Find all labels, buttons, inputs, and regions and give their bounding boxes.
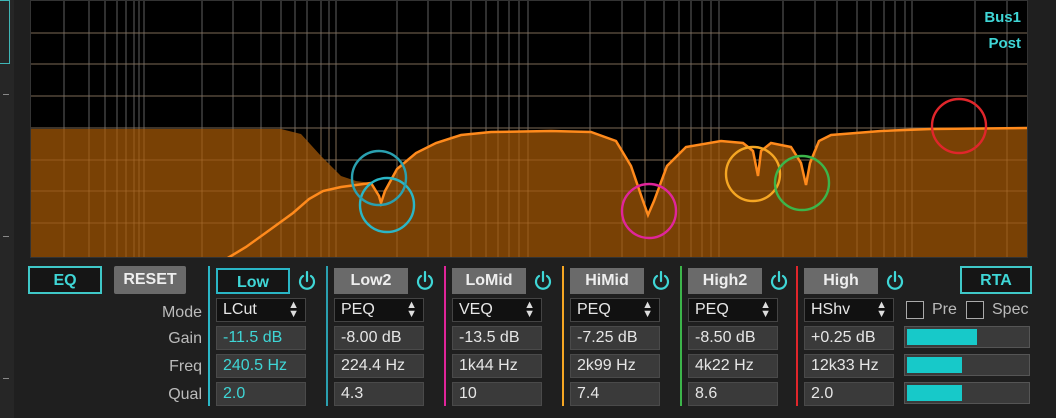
power-icon[interactable]: [650, 270, 672, 292]
mode-value: HShv: [811, 301, 851, 318]
updown-arrows-icon: ▲ ▼: [406, 299, 417, 320]
freq-field[interactable]: 1k44 Hz: [452, 354, 542, 378]
band-name-button[interactable]: LoMid: [452, 268, 526, 294]
mode-select[interactable]: VEQ ▲ ▼: [452, 298, 542, 322]
left-strip: [0, 0, 14, 418]
reset-button[interactable]: RESET: [114, 266, 186, 294]
eq-response-fill: [31, 128, 1027, 257]
band-low2: Low2 PEQ ▲ ▼ -8.00 dB 224.4 Hz 4.3: [326, 266, 438, 406]
band-name-button[interactable]: Low2: [334, 268, 408, 294]
gain-field[interactable]: +0.25 dB: [804, 326, 894, 350]
eq-graph-canvas[interactable]: [31, 1, 1028, 258]
left-strip-selector[interactable]: [0, 0, 10, 64]
freq-field[interactable]: 224.4 Hz: [334, 354, 424, 378]
band-name-button[interactable]: HiMid: [570, 268, 644, 294]
updown-arrows-icon: ▲ ▼: [642, 299, 653, 320]
rta-meter-fill: [907, 329, 977, 345]
mode-value: PEQ: [577, 301, 611, 318]
mode-value: PEQ: [341, 301, 375, 318]
spec-label: Spec: [992, 301, 1029, 318]
mode-select[interactable]: PEQ ▲ ▼: [334, 298, 424, 322]
band-color-bar: [796, 266, 798, 406]
band-high2: High2 PEQ ▲ ▼ -8.50 dB 4k22 Hz 8.6: [680, 266, 792, 406]
bus-tap-point: Post: [988, 35, 1021, 52]
mode-value: PEQ: [695, 301, 729, 318]
left-strip-tick: [3, 94, 9, 95]
power-icon[interactable]: [532, 270, 554, 292]
rta-meter: [904, 326, 1030, 348]
mode-value: VEQ: [459, 301, 493, 318]
band-color-bar: [444, 266, 446, 406]
band-color-bar: [680, 266, 682, 406]
bus-name: Bus1: [984, 9, 1021, 26]
power-icon[interactable]: [414, 270, 436, 292]
left-strip-tick: [3, 236, 9, 237]
gain-field[interactable]: -13.5 dB: [452, 326, 542, 350]
gain-field[interactable]: -7.25 dB: [570, 326, 660, 350]
rta-meter-fill: [907, 385, 962, 401]
qual-field[interactable]: 7.4: [570, 382, 660, 406]
band-high: High HShv ▲ ▼ +0.25 dB 12k33 Hz 2.0: [796, 266, 908, 406]
rta-meter-fill: [907, 357, 962, 373]
mode-select[interactable]: HShv ▲ ▼: [804, 298, 894, 322]
band-lomid: LoMid VEQ ▲ ▼ -13.5 dB 1k44 Hz 10: [444, 266, 556, 406]
rta-button[interactable]: RTA: [960, 266, 1032, 294]
band-name-button[interactable]: High2: [688, 268, 762, 294]
gain-field[interactable]: -11.5 dB: [216, 326, 306, 350]
eq-button[interactable]: EQ: [28, 266, 102, 294]
mode-label: Mode: [161, 304, 202, 321]
band-low: Low LCut ▲ ▼ -11.5 dB 240.5 Hz 2.0: [208, 266, 320, 406]
pre-checkbox[interactable]: [906, 301, 924, 319]
qual-field[interactable]: 8.6: [688, 382, 778, 406]
power-icon[interactable]: [884, 270, 906, 292]
qual-field[interactable]: 2.0: [804, 382, 894, 406]
freq-field[interactable]: 240.5 Hz: [216, 354, 306, 378]
band-name-button[interactable]: High: [804, 268, 878, 294]
mode-value: LCut: [223, 301, 257, 318]
left-strip-tick: [3, 378, 9, 379]
rta-meter: [904, 382, 1030, 404]
mode-select[interactable]: LCut ▲ ▼: [216, 298, 306, 322]
updown-arrows-icon: ▲ ▼: [876, 299, 887, 320]
rta-meter: [904, 354, 1030, 376]
freq-field[interactable]: 2k99 Hz: [570, 354, 660, 378]
updown-arrows-icon: ▲ ▼: [760, 299, 771, 320]
mode-select[interactable]: PEQ ▲ ▼: [688, 298, 778, 322]
qual-label: Qual: [168, 386, 202, 403]
band-color-bar: [326, 266, 328, 406]
gain-field[interactable]: -8.50 dB: [688, 326, 778, 350]
eq-graph[interactable]: Bus1 Post: [30, 0, 1028, 258]
qual-field[interactable]: 10: [452, 382, 542, 406]
gain-field[interactable]: -8.00 dB: [334, 326, 424, 350]
mode-select[interactable]: PEQ ▲ ▼: [570, 298, 660, 322]
band-himid: HiMid PEQ ▲ ▼ -7.25 dB 2k99 Hz 7.4: [562, 266, 674, 406]
qual-field[interactable]: 4.3: [334, 382, 424, 406]
gain-label: Gain: [168, 330, 202, 347]
spec-checkbox[interactable]: [966, 301, 984, 319]
pre-label: Pre: [932, 301, 957, 318]
qual-field[interactable]: 2.0: [216, 382, 306, 406]
power-icon[interactable]: [768, 270, 790, 292]
band-color-bar: [562, 266, 564, 406]
freq-field[interactable]: 4k22 Hz: [688, 354, 778, 378]
row-labels: Mode Gain Freq Qual: [100, 298, 202, 408]
updown-arrows-icon: ▲ ▼: [524, 299, 535, 320]
updown-arrows-icon: ▲ ▼: [288, 299, 299, 320]
band-color-bar: [208, 266, 210, 406]
power-icon[interactable]: [296, 270, 318, 292]
freq-label: Freq: [169, 358, 202, 375]
band-name-button[interactable]: Low: [216, 268, 290, 294]
freq-field[interactable]: 12k33 Hz: [804, 354, 894, 378]
